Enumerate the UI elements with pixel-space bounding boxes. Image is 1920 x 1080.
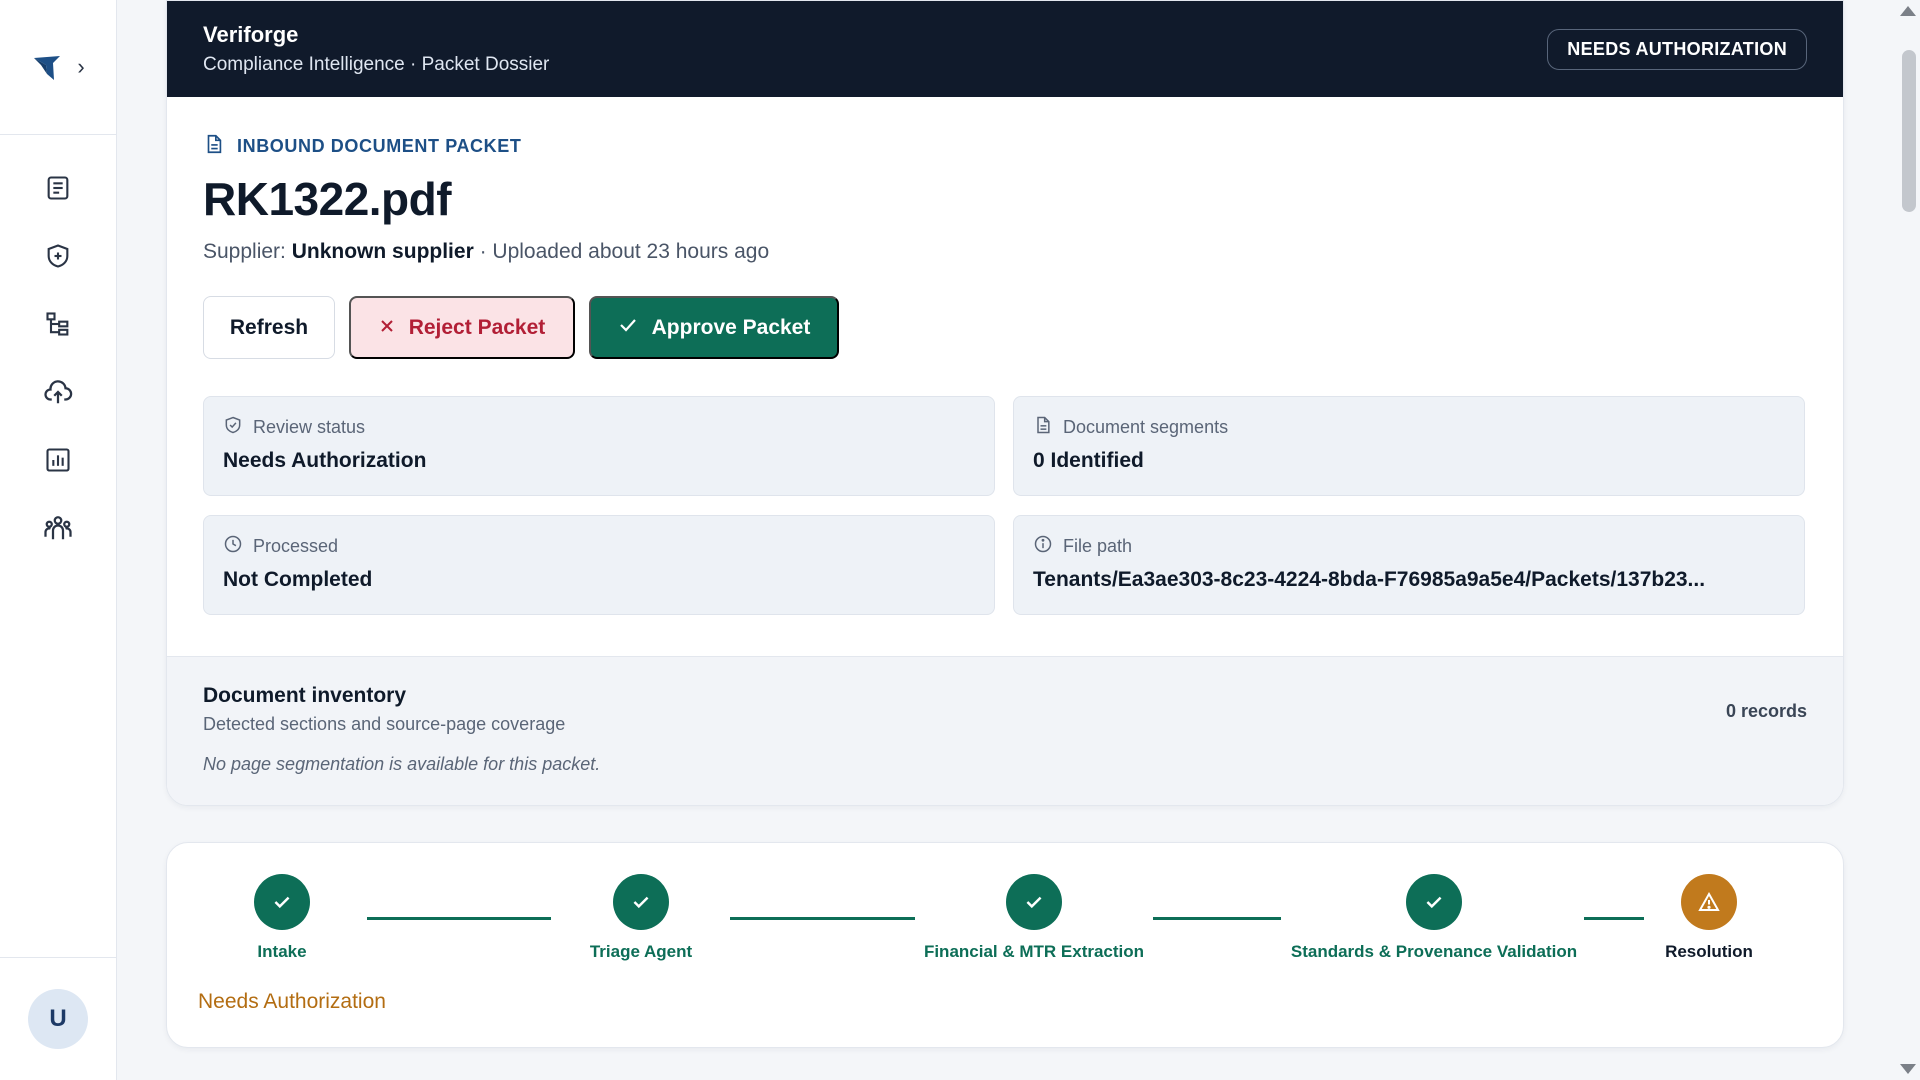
file-path-label: File path <box>1063 536 1133 556</box>
action-bar: Refresh Reject Packet Approve Packet <box>203 296 1807 359</box>
step-label: Triage Agent <box>589 942 693 961</box>
pipeline-step-triage-agent[interactable]: Triage Agent <box>581 874 701 962</box>
approve-packet-button[interactable]: Approve Packet <box>589 296 839 359</box>
step-label: Resolution <box>1665 942 1753 961</box>
step-connector <box>367 917 551 920</box>
dossier-body: INBOUND DOCUMENT PACKET RK1322.pdf Suppl… <box>167 97 1843 615</box>
brand-name: Veriforge <box>203 22 299 47</box>
tile-label: Document segments <box>1033 415 1785 440</box>
packet-dossier-card: Veriforge Compliance Intelligence · Pack… <box>166 0 1844 806</box>
check-icon <box>633 896 649 909</box>
packet-kicker-label: INBOUND DOCUMENT PACKET <box>237 136 522 156</box>
document-segments-value: 0 Identified <box>1033 449 1144 472</box>
file-path-tile: File path Tenants/Ea3ae303-8c23-4224-8bd… <box>1013 515 1805 615</box>
reject-packet-button[interactable]: Reject Packet <box>349 296 575 359</box>
scrollbar-thumb[interactable] <box>1902 50 1916 212</box>
document-icon <box>203 133 225 160</box>
supplier-label: Supplier: <box>203 240 286 263</box>
review-status-value: Needs Authorization <box>223 449 427 472</box>
chevron-right-icon[interactable]: › <box>77 56 84 78</box>
avatar[interactable]: U <box>28 989 88 1049</box>
document-segments-tile: Document segments 0 Identified <box>1013 396 1805 496</box>
bar-chart-icon[interactable] <box>43 445 73 475</box>
status-badge: NEEDS AUTHORIZATION <box>1547 28 1807 70</box>
refresh-button[interactable]: Refresh <box>203 296 335 359</box>
brand-subtitle: Compliance Intelligence · Packet Dossier <box>203 54 550 75</box>
document-inventory: Document inventory Detected sections and… <box>167 656 1843 805</box>
approve-packet-label: Approve Packet <box>651 315 811 339</box>
step-status-dot <box>254 874 310 930</box>
step-connector <box>730 917 915 920</box>
cloud-upload-icon[interactable] <box>43 377 73 407</box>
reject-packet-label: Reject Packet <box>408 315 546 339</box>
check-icon <box>1426 896 1442 909</box>
users-icon[interactable] <box>43 513 73 543</box>
tree-structure-icon[interactable] <box>43 309 73 339</box>
pipeline-step-financial-mtr-extraction[interactable]: Financial & MTR Extraction <box>924 874 1144 962</box>
shield-check-icon <box>223 415 243 440</box>
shield-plus-icon[interactable] <box>43 241 73 271</box>
refresh-button-label: Refresh <box>229 315 309 339</box>
packet-kicker: INBOUND DOCUMENT PACKET <box>203 133 1807 160</box>
pipeline-status: Needs Authorization <box>198 990 386 1013</box>
warning-icon <box>1698 891 1720 911</box>
document-segments-label: Document segments <box>1063 417 1229 437</box>
sidebar-nav <box>0 135 116 543</box>
sidebar-footer: U <box>0 957 116 1080</box>
inventory-count: 0 records <box>1725 701 1807 721</box>
sidebar-header: › <box>0 0 116 135</box>
step-connector <box>1153 917 1281 920</box>
processed-label: Processed <box>253 536 339 556</box>
processed-value: Not Completed <box>223 568 373 591</box>
check-icon <box>274 896 290 909</box>
inventory-subtitle: Detected sections and source-page covera… <box>203 714 566 734</box>
step-status-dot <box>613 874 669 930</box>
document-list-icon[interactable] <box>43 173 73 203</box>
step-status-dot <box>1406 874 1462 930</box>
brand-bird-icon[interactable] <box>31 51 63 83</box>
scrollbar[interactable] <box>1896 0 1920 1080</box>
supplier-name: Unknown supplier <box>291 240 474 263</box>
packet-meta: Supplier: Unknown supplier · Uploaded ab… <box>203 240 1807 264</box>
inventory-title: Document inventory <box>203 684 407 707</box>
packet-summary-grid: Review status Needs Authorization Docume… <box>203 396 1807 615</box>
step-connector <box>1584 917 1644 920</box>
step-label: Intake <box>257 942 307 961</box>
step-status-dot <box>1681 874 1737 930</box>
scroll-up-arrow-icon[interactable] <box>1900 6 1916 16</box>
tile-label: Review status <box>223 415 975 440</box>
document-icon <box>1033 415 1053 440</box>
step-status-dot <box>1006 874 1062 930</box>
tile-label: Processed <box>223 534 975 559</box>
file-path-value: Tenants/Ea3ae303-8c23-4224-8bda-F76985a9… <box>1033 568 1706 591</box>
step-label: Financial & MTR Extraction <box>923 942 1145 961</box>
tile-label: File path <box>1033 534 1785 559</box>
processed-tile: Processed Not Completed <box>203 515 995 615</box>
scroll-down-arrow-icon[interactable] <box>1900 1064 1916 1074</box>
upload-time: · Uploaded about 23 hours ago <box>479 240 770 263</box>
check-icon <box>1026 896 1042 909</box>
close-icon <box>379 316 395 340</box>
pipeline-card: Intake Triage Agent Financial & MTR Extr… <box>166 842 1844 1048</box>
pipeline-step-standards-provenance[interactable]: Standards & Provenance Validation <box>1290 874 1578 962</box>
clock-icon <box>223 534 243 559</box>
review-status-label: Review status <box>253 417 366 437</box>
inventory-empty-message: No page segmentation is available for th… <box>203 754 601 774</box>
info-icon <box>1033 534 1053 559</box>
step-label: Standards & Provenance Validation <box>1290 942 1578 961</box>
check-icon <box>618 315 638 341</box>
sidebar: › U <box>0 0 117 1080</box>
page-title: RK1322.pdf <box>203 173 452 225</box>
dossier-header: Veriforge Compliance Intelligence · Pack… <box>167 1 1843 97</box>
brand-block: Veriforge Compliance Intelligence · Pack… <box>203 22 549 76</box>
pipeline-step-intake[interactable]: Intake <box>229 874 335 962</box>
review-status-tile: Review status Needs Authorization <box>203 396 995 496</box>
pipeline-step-resolution[interactable]: Resolution <box>1654 874 1764 962</box>
